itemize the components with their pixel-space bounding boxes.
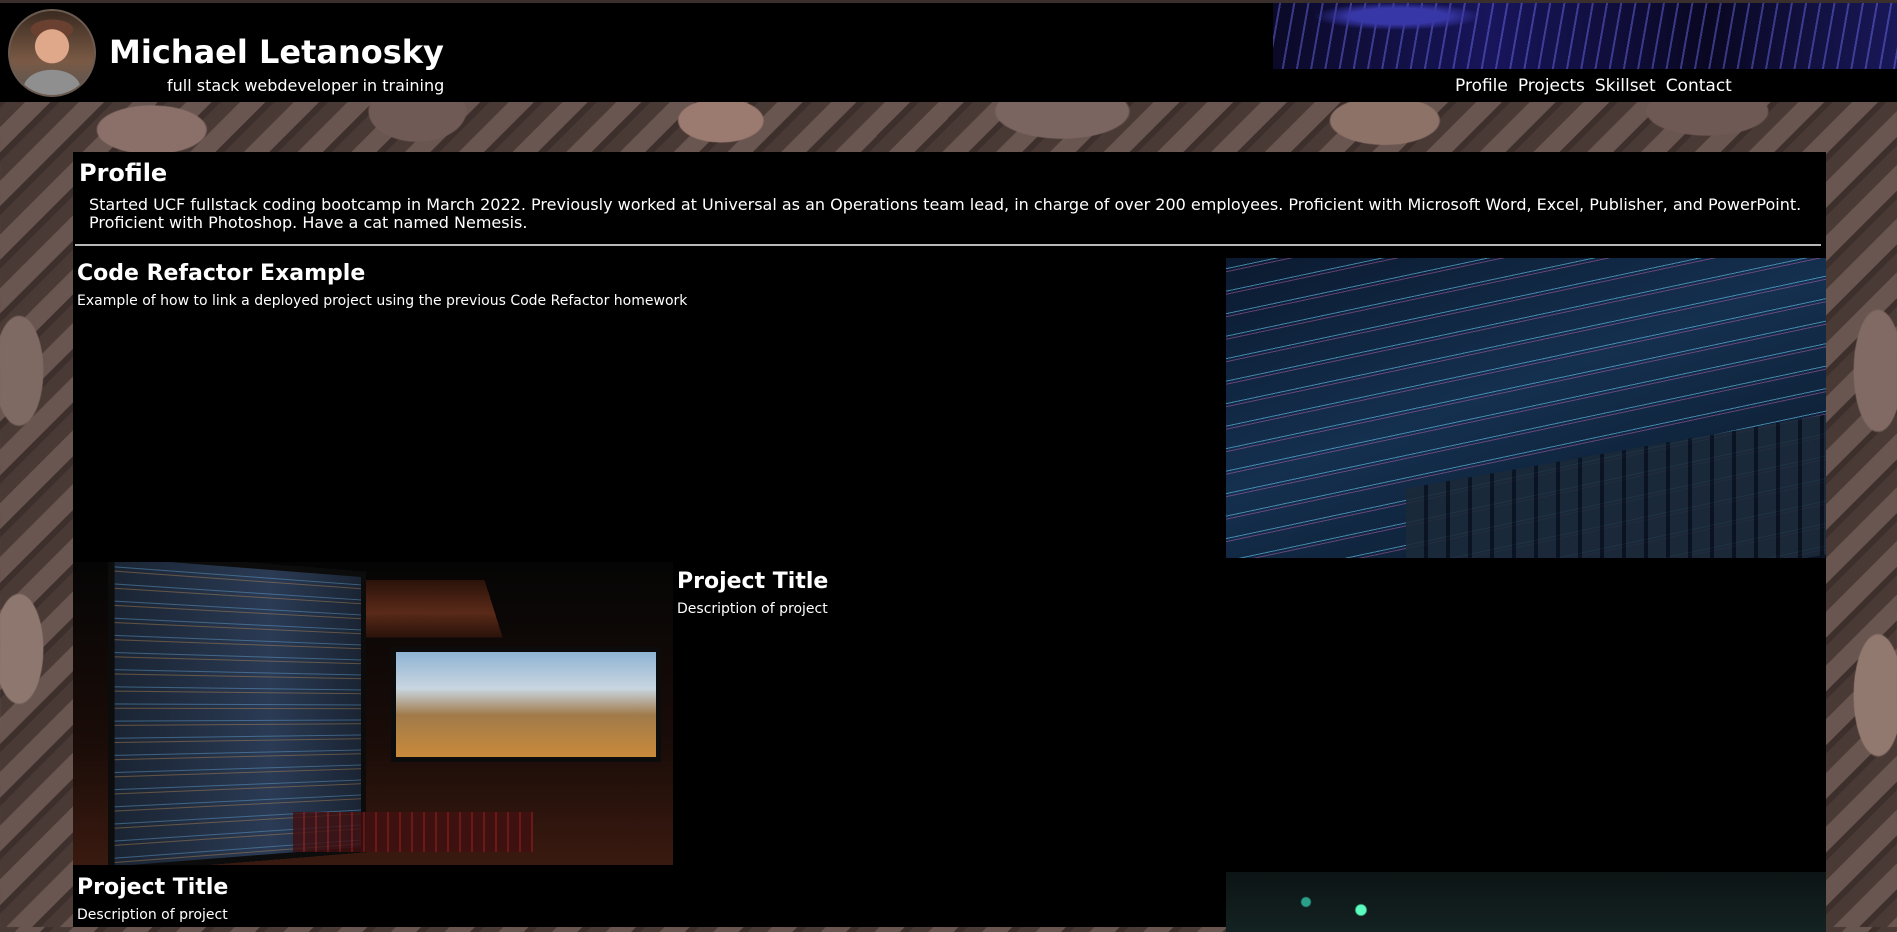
header-banner-image: [1273, 3, 1897, 69]
site-subtitle: full stack webdeveloper in training: [167, 76, 445, 95]
site-header: Michael Letanosky full stack webdevelope…: [0, 0, 1897, 102]
project-description: Description of project: [77, 907, 228, 923]
code-laptop-image[interactable]: [1226, 258, 1826, 558]
project-title: Project Title: [77, 875, 229, 900]
keyboard-graphic: [293, 812, 533, 852]
profile-heading: Profile: [79, 159, 168, 187]
right-monitor-graphic: [391, 647, 661, 762]
project-description: Example of how to link a deployed projec…: [77, 293, 688, 309]
desk-monitors-image[interactable]: [73, 562, 673, 865]
nav-link-skillset[interactable]: Skillset: [1595, 78, 1656, 95]
nav-link-projects[interactable]: Projects: [1518, 78, 1585, 95]
nav-link-profile[interactable]: Profile: [1455, 78, 1508, 95]
avatar: [8, 9, 96, 97]
site-title: Michael Letanosky: [109, 33, 444, 71]
nav-link-contact[interactable]: Contact: [1666, 78, 1732, 95]
main-nav: Profile Projects Skillset Contact: [1455, 78, 1732, 95]
profile-text: Started UCF fullstack coding bootcamp in…: [89, 195, 1802, 232]
main-content: Profile Started UCF fullstack coding boo…: [73, 152, 1826, 932]
section-divider: [75, 244, 1821, 246]
project-description: Description of project: [677, 601, 828, 617]
project-title-code-refactor: Code Refactor Example: [77, 261, 366, 286]
project-title: Project Title: [677, 569, 829, 594]
project-image[interactable]: [1226, 872, 1826, 932]
keyboard-graphic: [1406, 407, 1826, 558]
